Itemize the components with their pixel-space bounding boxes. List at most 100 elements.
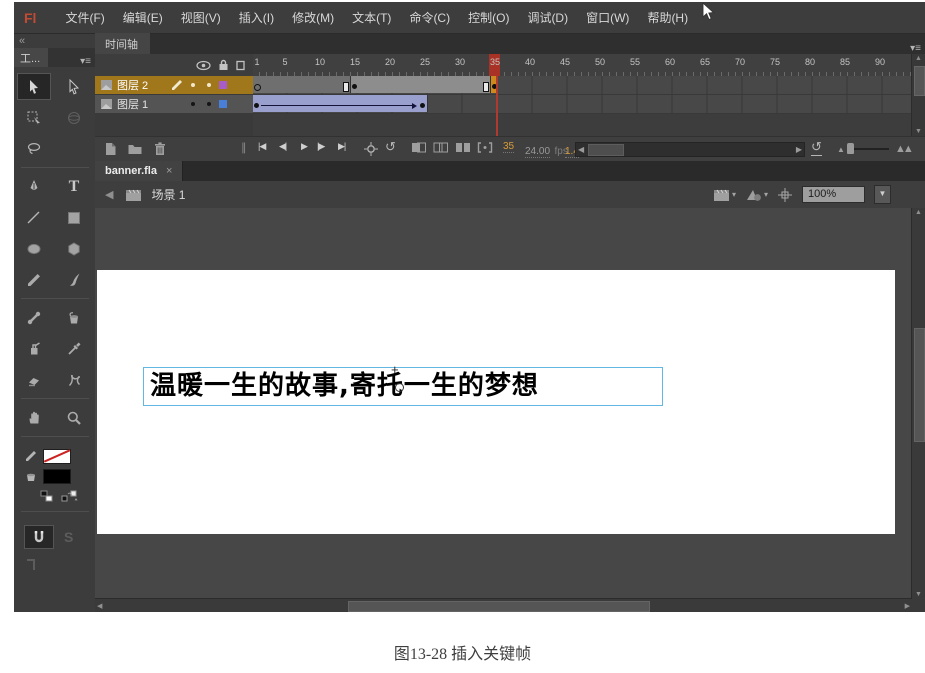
timeline-panel-menu-icon[interactable]: ▾≡ bbox=[910, 43, 925, 54]
reset-timeline-zoom-button[interactable]: ↺ bbox=[811, 139, 822, 156]
zoom-level-field[interactable]: 100% bbox=[802, 186, 865, 203]
step-forward-button[interactable]: |▶ bbox=[317, 141, 324, 152]
bone-tool[interactable] bbox=[14, 302, 54, 333]
subselection-tool[interactable] bbox=[54, 71, 94, 102]
edit-symbols-button[interactable]: ▾ bbox=[745, 187, 768, 202]
hand-tool[interactable] bbox=[14, 402, 54, 433]
menu-item-1[interactable]: 编辑(E) bbox=[114, 3, 172, 33]
onion-skin-button[interactable] bbox=[411, 141, 427, 155]
stage[interactable]: 温暖一生的故事,寄托一生的梦想 + bbox=[97, 270, 895, 534]
key-span[interactable] bbox=[351, 76, 491, 93]
scrollbar-thumb[interactable] bbox=[588, 144, 624, 156]
center-frame-button[interactable] bbox=[363, 141, 379, 157]
frame-size-slider-thumb[interactable] bbox=[847, 143, 854, 154]
zoom-dropdown-button[interactable]: ▼ bbox=[874, 185, 891, 204]
scroll-down-icon[interactable]: ▼ bbox=[912, 128, 925, 135]
layer-color-swatch[interactable] bbox=[219, 100, 227, 108]
edit-multiple-frames-button[interactable] bbox=[455, 141, 471, 155]
outline-icon[interactable] bbox=[236, 60, 245, 71]
stage-vertical-scrollbar[interactable]: ▲ ▼ bbox=[911, 208, 925, 599]
go-to-first-frame-button[interactable]: |◀ bbox=[258, 141, 265, 152]
layer-lock-dot[interactable] bbox=[201, 102, 217, 106]
default-colors-icon[interactable] bbox=[40, 490, 55, 503]
3d-rotation-tool[interactable] bbox=[54, 102, 94, 133]
selection-tool[interactable] bbox=[17, 73, 51, 100]
selected-text-object[interactable]: 温暖一生的故事,寄托一生的梦想 + bbox=[143, 367, 663, 406]
timeline-vertical-scrollbar[interactable]: ▲ ▼ bbox=[911, 54, 925, 136]
menu-item-7[interactable]: 控制(O) bbox=[459, 3, 518, 33]
menu-item-9[interactable]: 窗口(W) bbox=[577, 3, 638, 33]
scroll-right-icon[interactable]: ▶ bbox=[796, 143, 802, 156]
paint-bucket-tool[interactable] bbox=[54, 302, 94, 333]
scroll-right-icon[interactable]: ▶ bbox=[905, 602, 910, 610]
layer-visibility-dot[interactable] bbox=[185, 83, 201, 87]
scene-label[interactable]: 场景 1 bbox=[151, 186, 185, 203]
collapse-panel-button[interactable]: « bbox=[14, 34, 95, 48]
zoom-tool[interactable] bbox=[54, 402, 94, 433]
layer-color-swatch[interactable] bbox=[219, 81, 227, 89]
menu-item-6[interactable]: 命令(C) bbox=[400, 3, 459, 33]
layer-row-1[interactable]: 图层 1 bbox=[95, 95, 253, 114]
loop-button[interactable]: ↺ bbox=[385, 139, 396, 155]
smooth-option[interactable]: S bbox=[64, 529, 73, 545]
zoom-in-frames-icon[interactable]: ▲▲ bbox=[895, 143, 911, 155]
scrollbar-thumb[interactable] bbox=[914, 66, 925, 96]
frame-rate-value[interactable]: 24.00 fps bbox=[525, 141, 568, 159]
frames-row-1[interactable] bbox=[253, 95, 912, 114]
timeline-horizontal-scrollbar[interactable]: ◀ ▶ bbox=[575, 142, 805, 157]
menu-item-5[interactable]: 文本(T) bbox=[343, 3, 400, 33]
layer-visibility-dot[interactable] bbox=[185, 102, 201, 106]
tools-panel-menu-icon[interactable]: ▾≡ bbox=[80, 56, 95, 67]
timeline-tab[interactable]: 时间轴 bbox=[95, 33, 150, 54]
lock-icon[interactable] bbox=[218, 59, 229, 71]
menu-item-8[interactable]: 调试(D) bbox=[518, 3, 577, 33]
current-frame-value[interactable]: 35 bbox=[503, 141, 514, 153]
menu-item-3[interactable]: 插入(I) bbox=[230, 3, 283, 33]
pen-tool[interactable] bbox=[14, 171, 54, 202]
empty-span[interactable] bbox=[253, 76, 351, 93]
text-tool[interactable]: T bbox=[54, 171, 94, 202]
free-transform-tool[interactable] bbox=[14, 102, 54, 133]
edit-scene-button[interactable]: ▾ bbox=[713, 188, 736, 202]
snap-to-objects-button[interactable] bbox=[24, 525, 54, 549]
playhead-line[interactable] bbox=[496, 76, 498, 136]
document-tab[interactable]: banner.fla × bbox=[95, 161, 183, 181]
menu-item-2[interactable]: 视图(V) bbox=[172, 3, 230, 33]
scroll-left-icon[interactable]: ◀ bbox=[578, 143, 584, 156]
scroll-left-icon[interactable]: ◀ bbox=[97, 602, 102, 610]
scroll-up-icon[interactable]: ▲ bbox=[915, 209, 922, 216]
swap-colors-icon[interactable] bbox=[61, 490, 79, 503]
onion-skin-outlines-button[interactable] bbox=[433, 141, 449, 155]
layer-lock-dot[interactable] bbox=[201, 83, 217, 87]
tween-span[interactable] bbox=[253, 95, 428, 112]
menu-item-4[interactable]: 修改(M) bbox=[283, 3, 343, 33]
polystar-tool[interactable] bbox=[54, 233, 94, 264]
delete-layer-button[interactable] bbox=[153, 141, 167, 157]
show-hide-eye-icon[interactable] bbox=[196, 60, 211, 71]
stroke-color-swatch[interactable] bbox=[43, 449, 71, 464]
ink-bottle-tool[interactable] bbox=[14, 333, 54, 364]
center-stage-icon[interactable] bbox=[777, 187, 793, 203]
scrollbar-thumb[interactable] bbox=[914, 328, 925, 442]
stage-horizontal-scrollbar[interactable]: ◀ ▶ bbox=[95, 598, 912, 612]
lasso-tool[interactable] bbox=[14, 133, 54, 164]
scroll-up-icon[interactable]: ▲ bbox=[912, 55, 925, 62]
deco-tool[interactable] bbox=[54, 364, 94, 395]
menu-item-0[interactable]: 文件(F) bbox=[56, 3, 113, 33]
timeline-frames[interactable]: 151015202530354045505560657075808590 bbox=[253, 54, 912, 136]
fill-color-swatch[interactable] bbox=[43, 469, 71, 484]
zoom-out-frames-icon[interactable]: ▲ bbox=[837, 145, 845, 154]
oval-tool[interactable] bbox=[14, 233, 54, 264]
frame-size-slider-track[interactable] bbox=[851, 148, 889, 150]
scroll-down-icon[interactable]: ▼ bbox=[915, 591, 922, 598]
eyedropper-tool[interactable] bbox=[54, 333, 94, 364]
close-tab-icon[interactable]: × bbox=[166, 165, 172, 177]
play-button[interactable]: ▶ bbox=[301, 141, 307, 152]
menu-item-10[interactable]: 帮助(H) bbox=[638, 3, 697, 33]
layer-row-0[interactable]: 图层 2 bbox=[95, 76, 253, 95]
new-folder-button[interactable] bbox=[127, 141, 143, 156]
line-tool[interactable] bbox=[14, 202, 54, 233]
stage-area[interactable]: 温暖一生的故事,寄托一生的梦想 + ▲ ▼ ◀ ▶ bbox=[95, 208, 925, 612]
brush-tool[interactable] bbox=[54, 264, 94, 295]
frames-row-0[interactable] bbox=[253, 76, 912, 95]
